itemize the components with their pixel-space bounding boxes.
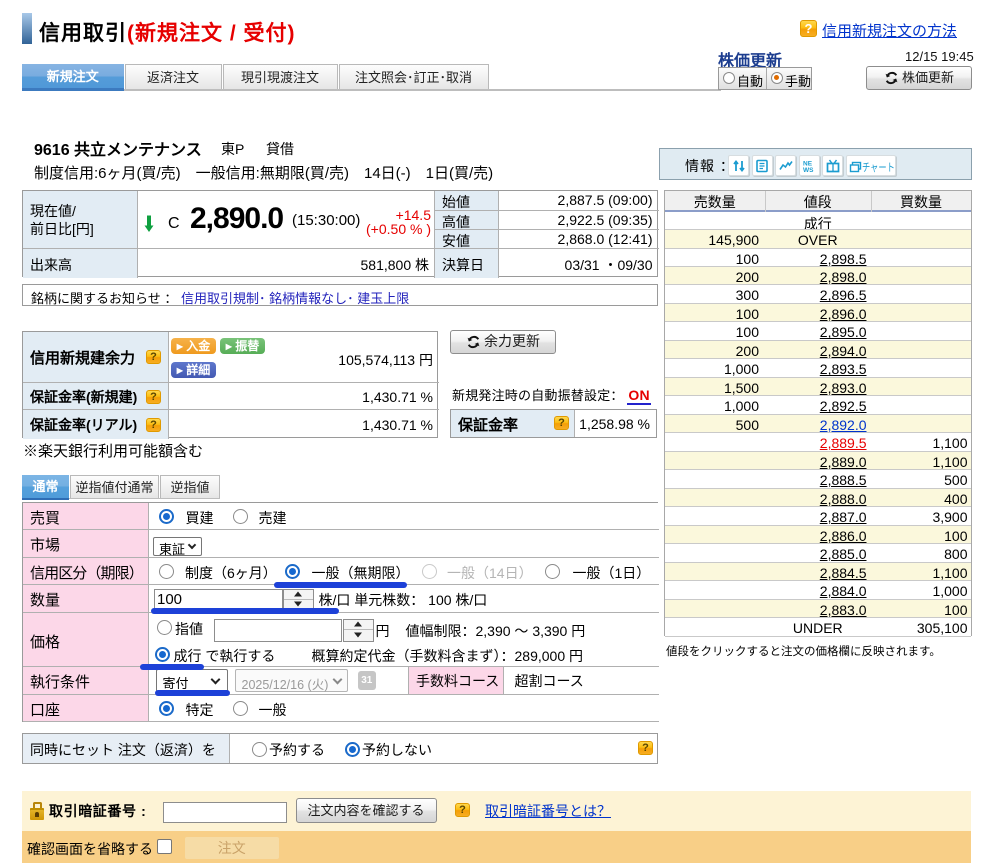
svg-text:WS: WS: [803, 167, 814, 173]
